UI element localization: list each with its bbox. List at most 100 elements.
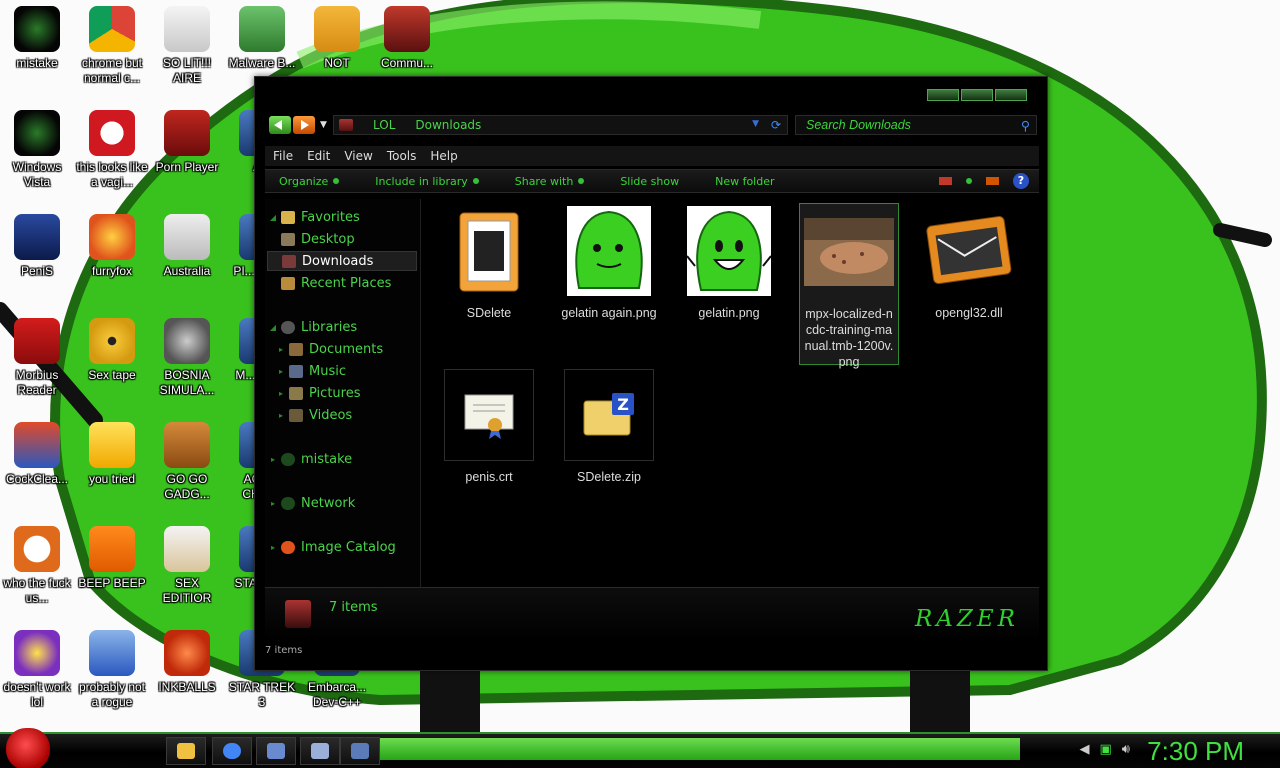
expand-icon[interactable]: ▸ — [273, 411, 289, 420]
file-name: gelatin.png — [698, 306, 760, 320]
desktop-icon[interactable]: Commu... — [370, 0, 444, 71]
nav-music[interactable]: ▸ Music — [273, 361, 346, 381]
desktop-icon[interactable]: who the fuck us... — [0, 520, 74, 606]
desktop-icon[interactable]: NOT — [300, 0, 374, 71]
file-item[interactable]: gelatin again.png — [559, 205, 659, 321]
desktop-icon[interactable]: mistake — [0, 0, 74, 71]
search-icon[interactable]: ⚲ — [1021, 118, 1030, 133]
organize-button[interactable]: Organize — [279, 175, 340, 188]
volume-icon[interactable]: 🔊︎ — [1122, 742, 1130, 757]
menu-edit[interactable]: Edit — [307, 149, 336, 163]
nav-downloads[interactable]: Downloads — [267, 251, 417, 271]
desktop-icon[interactable]: GO GO GADG... — [150, 416, 224, 502]
desktop-icon[interactable]: Malware B... — [225, 0, 299, 71]
desktop-icon[interactable]: probably not a rogue — [75, 624, 149, 710]
breadcrumb-downloads[interactable]: Downloads — [415, 118, 481, 132]
desktop-icon[interactable]: PeniS — [0, 208, 74, 279]
nav-libraries[interactable]: ◢ Libraries — [265, 317, 357, 337]
file-item[interactable]: opengl32.dll — [919, 205, 1019, 321]
help-icon[interactable]: ? — [1013, 173, 1029, 189]
desktop-icon[interactable]: doesn't work lol — [0, 624, 74, 710]
desktop-icon[interactable]: CockClea... — [0, 416, 74, 487]
expand-icon[interactable]: ▸ — [265, 543, 281, 552]
file-item[interactable]: gelatin.png — [679, 205, 779, 321]
nav-mistake[interactable]: ▸ mistake — [265, 449, 352, 469]
network-icon[interactable]: ▣ — [1100, 742, 1112, 757]
address-dropdown-icon[interactable]: ▼ — [752, 119, 759, 129]
taskbar-app-button[interactable] — [300, 737, 340, 765]
expand-icon[interactable]: ▸ — [273, 367, 289, 376]
nav-pictures[interactable]: ▸ Pictures — [273, 383, 361, 403]
file-view[interactable]: SDelete gelatin again.png gelatin.png mp… — [425, 199, 1037, 589]
start-button[interactable] — [6, 728, 50, 768]
refresh-icon[interactable]: ⟳ — [771, 118, 781, 132]
window-caption-buttons[interactable] — [927, 89, 1027, 101]
view-dropdown-icon[interactable] — [966, 178, 972, 184]
expand-icon[interactable]: ▸ — [265, 455, 281, 464]
forward-button[interactable] — [293, 116, 315, 134]
desktop-icon[interactable]: BEEP BEEP — [75, 520, 149, 591]
file-item[interactable]: SDelete — [439, 205, 539, 321]
file-item-selected[interactable]: mpx-localized-ncdc-training-manual.tmb-1… — [799, 203, 899, 369]
taskbar-app-button[interactable] — [340, 737, 380, 765]
expand-icon[interactable]: ◢ — [265, 323, 281, 332]
menu-view[interactable]: View — [344, 149, 378, 163]
breadcrumb-lol[interactable]: LOL — [373, 118, 395, 132]
menu-help[interactable]: Help — [430, 149, 463, 163]
desktop-icon-label: GO GO GADG... — [164, 472, 210, 501]
file-item[interactable]: Z SDelete.zip — [559, 369, 659, 485]
nav-desktop-label: Desktop — [301, 231, 355, 247]
nav-documents[interactable]: ▸ Documents — [273, 339, 383, 359]
change-view-icon[interactable] — [939, 177, 952, 185]
minimize-button[interactable] — [927, 89, 959, 101]
expand-icon[interactable]: ◢ — [265, 213, 281, 222]
certificate-icon — [444, 369, 534, 461]
desktop-icon[interactable]: SEX EDITIOR — [150, 520, 224, 606]
menu-tools[interactable]: Tools — [387, 149, 423, 163]
desktop-icon[interactable]: Australia — [150, 208, 224, 279]
share-with-button[interactable]: Share with — [515, 175, 585, 188]
expand-icon[interactable]: ▸ — [273, 345, 289, 354]
new-folder-button[interactable]: New folder — [715, 175, 774, 188]
desktop-icon[interactable]: Windows Vista — [0, 104, 74, 190]
taskbar-clock[interactable]: 7:30 PM — [1147, 736, 1244, 767]
razer-orb-icon — [14, 110, 60, 156]
desktop-icon[interactable]: Sex tape — [75, 312, 149, 383]
nav-desktop[interactable]: Desktop — [281, 229, 355, 249]
recent-pages-dropdown-icon[interactable]: ▼ — [320, 120, 327, 130]
address-bar[interactable]: LOL Downloads ▼ ⟳ — [333, 115, 788, 135]
desktop-icon[interactable]: you tried — [75, 416, 149, 487]
nav-videos[interactable]: ▸ Videos — [273, 405, 352, 425]
explorer-window[interactable]: ▼ LOL Downloads ▼ ⟳ Search Downloads ⚲ F… — [254, 76, 1048, 671]
preview-pane-icon[interactable] — [986, 177, 999, 185]
nav-image-catalog[interactable]: ▸ Image Catalog — [265, 537, 396, 557]
taskbar-app-button[interactable] — [256, 737, 296, 765]
details-item-count: 7 items — [329, 600, 378, 615]
taskbar-chrome-button[interactable] — [212, 737, 252, 765]
desktop-icon[interactable]: INKBALLS — [150, 624, 224, 695]
expand-icon[interactable]: ▸ — [273, 389, 289, 398]
menu-file[interactable]: File — [273, 149, 299, 163]
file-item[interactable]: penis.crt — [439, 369, 539, 485]
desktop-icon[interactable]: Morbius Reader — [0, 312, 74, 398]
nav-favorites[interactable]: ◢ Favorites — [265, 207, 360, 227]
expand-icon[interactable]: ▸ — [265, 499, 281, 508]
slide-show-button[interactable]: Slide show — [620, 175, 679, 188]
search-input[interactable]: Search Downloads ⚲ — [795, 115, 1037, 135]
desktop-icon[interactable]: Porn Player — [150, 104, 224, 175]
nav-recent-places[interactable]: Recent Places — [281, 273, 391, 293]
maximize-button[interactable] — [961, 89, 993, 101]
desktop-icon[interactable]: furryfox — [75, 208, 149, 279]
nav-network[interactable]: ▸ Network — [265, 493, 355, 513]
desktop-icon[interactable]: chrome but normal c... — [75, 0, 149, 86]
show-hidden-icons-icon[interactable]: ◀ — [1080, 742, 1090, 757]
taskbar-explorer-button[interactable] — [166, 737, 206, 765]
desktop-icon[interactable]: this looks like a vagi... — [75, 104, 149, 190]
desktop-icon[interactable]: SO LIT!!! AIRE — [150, 0, 224, 86]
include-in-library-button[interactable]: Include in library — [375, 175, 479, 188]
back-button[interactable] — [269, 116, 291, 134]
close-button[interactable] — [995, 89, 1027, 101]
downloads-folder-icon — [285, 600, 311, 628]
desktop-icon-label: SO LIT!!! AIRE — [162, 56, 211, 85]
desktop-icon[interactable]: BOSNIA SIMULA... — [150, 312, 224, 398]
